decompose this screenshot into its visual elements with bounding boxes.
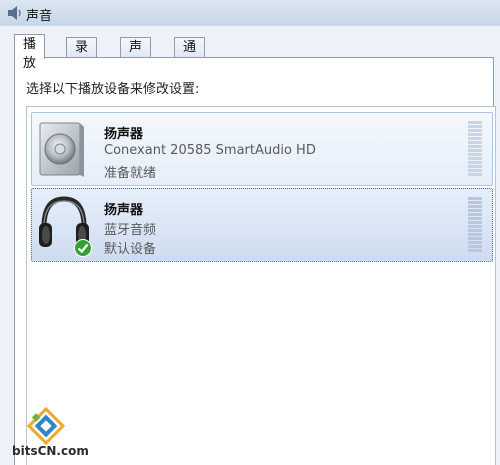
device-status: 准备就绪 bbox=[104, 166, 157, 181]
bitscn-logo-icon bbox=[26, 406, 66, 446]
watermark: bitsCN.com bbox=[12, 406, 89, 464]
device-status: 默认设备 bbox=[104, 242, 157, 257]
instructions-label: 选择以下播放设备来修改设置: bbox=[26, 82, 200, 97]
device-list[interactable]: 扬声器 Conexant 20585 SmartAudio HD 准备就绪 扬声… bbox=[26, 106, 496, 465]
default-check-icon bbox=[74, 239, 92, 257]
tab-communications[interactable]: 通信 bbox=[174, 37, 206, 74]
title-bar[interactable]: 声音 bbox=[0, 0, 500, 26]
tab-label: 播放 bbox=[23, 37, 37, 71]
device-row-speaker-conexant[interactable]: 扬声器 Conexant 20585 SmartAudio HD 准备就绪 bbox=[31, 112, 493, 186]
device-description: Conexant 20585 SmartAudio HD bbox=[104, 143, 316, 158]
device-name: 扬声器 bbox=[104, 203, 144, 218]
device-name: 扬声器 bbox=[104, 127, 144, 142]
speaker-device-icon bbox=[36, 117, 86, 181]
speaker-icon bbox=[6, 5, 22, 21]
tab-recording[interactable]: 录制 bbox=[66, 37, 98, 74]
volume-level-meter bbox=[468, 121, 482, 177]
tab-playback[interactable]: 播放 bbox=[14, 34, 46, 71]
watermark-text: bitsCN.com bbox=[12, 444, 89, 458]
volume-level-meter bbox=[468, 197, 482, 253]
tab-sounds[interactable]: 声音 bbox=[120, 37, 152, 74]
window-title: 声音 bbox=[26, 9, 53, 24]
device-description: 蓝牙音频 bbox=[104, 223, 157, 238]
device-row-speaker-bluetooth[interactable]: 扬声器 蓝牙音频 默认设备 bbox=[31, 188, 493, 262]
